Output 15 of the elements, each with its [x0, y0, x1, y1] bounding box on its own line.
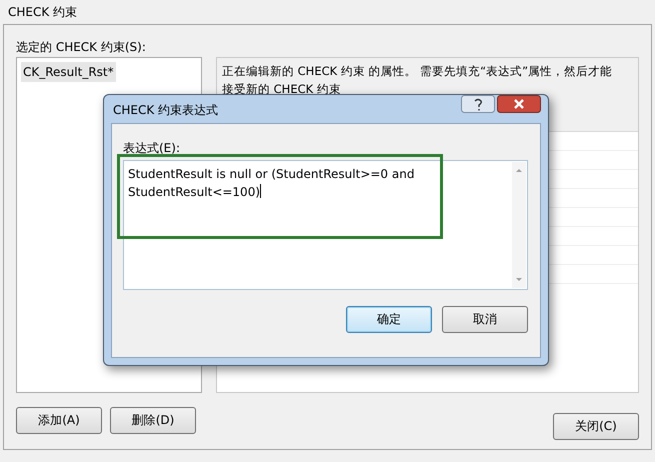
expression-field[interactable]: StudentResult is null or (StudentResult>=0 and StudentResult<=100) [123, 160, 528, 290]
expression-text: StudentResult is null or (StudentResult>=0 and StudentResult<=100) [127, 166, 416, 201]
scrollbar-icon[interactable] [512, 162, 526, 288]
close-button[interactable]: 关闭(C) [553, 413, 639, 440]
dialog-title: CHECK 约束表达式 [113, 102, 218, 119]
close-icon[interactable] [497, 95, 541, 113]
dialog-button[interactable]: 取消 [442, 306, 528, 333]
expression-label: 表达式(E): [123, 140, 181, 157]
constraints-label: 选定的 CHECK 约束(S): [16, 39, 147, 56]
dialog-button[interactable]: 确定 [346, 306, 432, 333]
help-icon[interactable] [461, 95, 495, 113]
window-title: CHECK 约束 [7, 4, 78, 21]
list-button[interactable]: 删除(D) [110, 407, 196, 434]
constraint-item[interactable]: CK_Result_Rst* [21, 62, 116, 82]
list-button[interactable]: 添加(A) [16, 407, 102, 434]
